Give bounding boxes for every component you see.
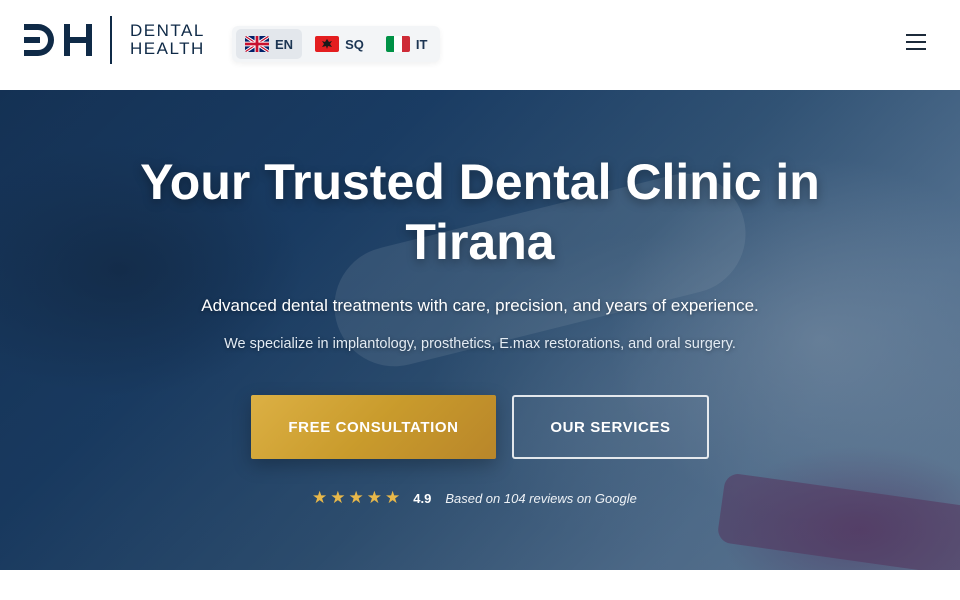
star-icon: ★ [330,488,346,507]
rating-score: 4.9 [413,490,432,506]
free-consultation-button[interactable]: FREE CONSULTATION [251,395,496,459]
hero-subtitle: Advanced dental treatments with care, pr… [201,296,759,315]
uk-flag-icon [245,36,269,52]
lang-option-en[interactable]: EN [236,29,303,59]
star-icon: ★ [385,488,401,507]
hero-description: We specialize in implantology, prostheti… [224,336,736,352]
lang-code-sq: SQ [345,36,364,52]
star-icon: ★ [348,488,364,507]
lang-code-it: IT [415,36,428,52]
hero-title-line2: Tirana [405,214,555,270]
hero-title: Your Trusted Dental Clinic in Tirana [0,152,960,272]
next-section [0,570,960,600]
lang-option-it[interactable]: IT [377,29,437,59]
language-switcher: EN SQ IT [232,26,440,62]
rating-text: Based on 104 reviews on Google [445,490,637,506]
logo-text-line2: HEALTH [130,39,205,58]
rating-stars: ★ ★ ★ ★ ★ [312,488,403,508]
lang-option-sq[interactable]: SQ [306,29,373,59]
albania-flag-icon [315,36,340,52]
brand-logo[interactable]: DENTAL HEALTH [24,16,205,64]
dh-logo-icon [24,24,92,56]
site-header: DENTAL HEALTH EN SQ IT [0,0,960,90]
google-rating: ★ ★ ★ ★ ★ 4.9 Based on 104 reviews on Go… [312,488,637,508]
lang-code-en: EN [275,36,294,52]
italy-flag-icon [385,36,410,52]
hero-title-line1: Your Trusted Dental Clinic in [140,154,820,210]
star-icon: ★ [366,488,382,507]
logo-divider [110,16,112,64]
hamburger-menu-icon[interactable] [906,34,930,54]
our-services-button[interactable]: OUR SERVICES [512,395,709,459]
star-icon: ★ [312,488,328,507]
logo-wordmark: DENTAL HEALTH [130,22,205,58]
logo-text-line1: DENTAL [130,21,205,40]
hero-section: Your Trusted Dental Clinic in Tirana Adv… [0,90,960,570]
